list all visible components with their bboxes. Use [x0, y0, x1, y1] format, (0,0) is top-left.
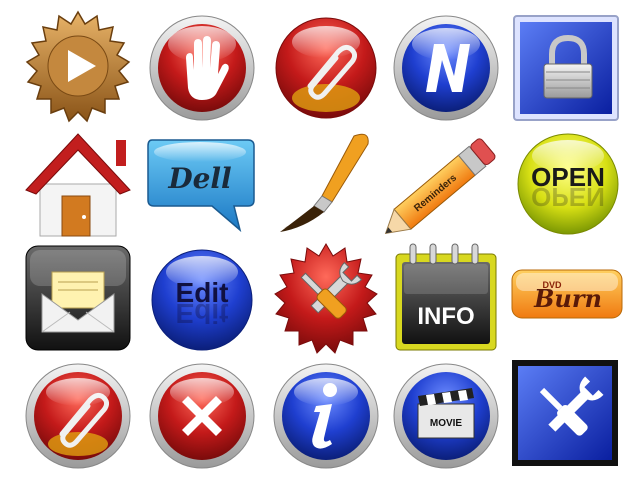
burn-label: Burn [533, 284, 602, 313]
pencil-icon[interactable]: Reminders [384, 124, 506, 244]
icon-grid: Dell Reminders OPEN OPEN Edit Edit INFO … [0, 0, 640, 480]
open-orb-icon[interactable]: OPEN OPEN [508, 124, 628, 244]
movie-clapper-icon[interactable]: MOVIE [386, 356, 506, 476]
paperclip-icon[interactable] [18, 356, 138, 476]
home-icon[interactable] [18, 124, 138, 244]
dvd-burn-icon[interactable]: DVD Burn [508, 240, 628, 360]
open-reflection: OPEN [531, 182, 605, 212]
close-icon[interactable] [142, 356, 262, 476]
paperclip-icon[interactable] [266, 8, 386, 128]
stop-hand-icon[interactable] [142, 8, 262, 128]
info-label: INFO [417, 303, 474, 330]
n-letter-icon[interactable] [386, 8, 506, 128]
paintbrush-icon[interactable] [266, 124, 386, 244]
mail-envelope-icon[interactable] [18, 240, 138, 360]
info-notepad-icon[interactable]: INFO [386, 240, 506, 360]
tools-seal-icon[interactable] [266, 240, 386, 360]
dell-speech-bubble-icon[interactable]: Dell [142, 124, 262, 244]
movie-label: MOVIE [430, 418, 463, 429]
play-icon[interactable] [18, 8, 138, 128]
info-icon[interactable] [266, 356, 386, 476]
edit-orb-icon[interactable]: Edit Edit [142, 240, 262, 360]
edit-reflection: Edit [176, 298, 229, 329]
padlock-icon[interactable] [508, 8, 628, 128]
dell-label: Dell [167, 162, 231, 195]
tools-icon[interactable] [508, 356, 628, 476]
